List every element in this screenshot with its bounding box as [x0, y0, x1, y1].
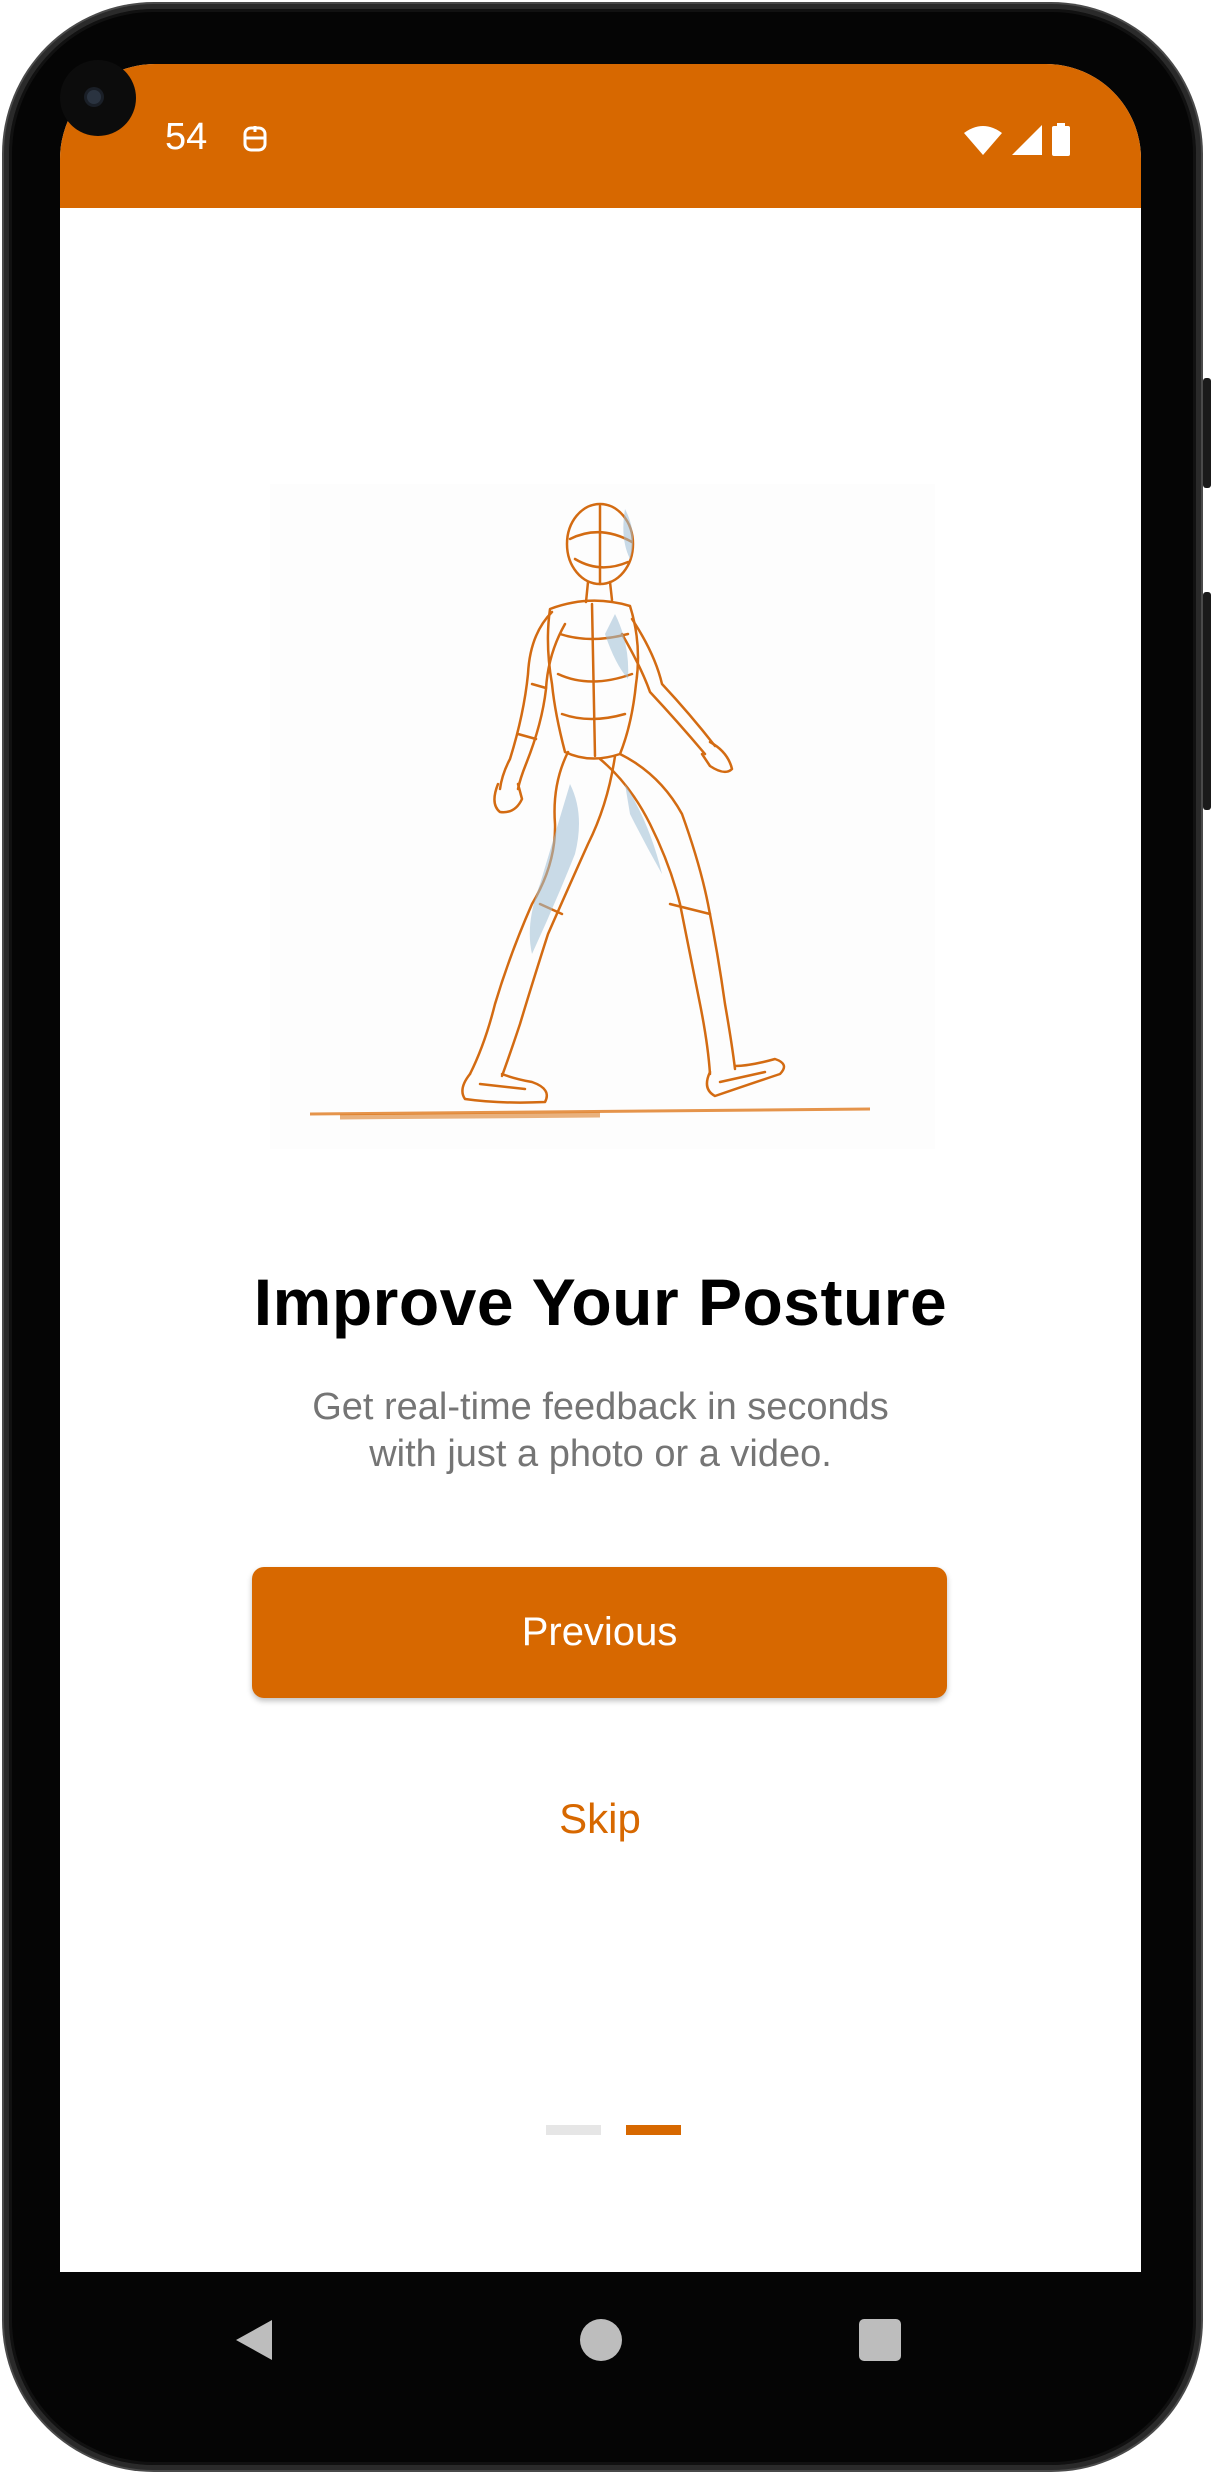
- phone-frame: 54 Improve Your Posture Get real-time fe…: [0, 0, 1211, 2474]
- status-bar: 54: [60, 64, 1141, 208]
- cellular-signal-icon: [1012, 125, 1042, 155]
- screen: 54 Improve Your Posture Get real-time fe…: [60, 64, 1141, 2272]
- subtitle-line-2: with just a photo or a video.: [369, 1433, 832, 1475]
- battery-icon: [1052, 123, 1070, 156]
- status-time: 54: [165, 116, 208, 158]
- back-icon[interactable]: [232, 2318, 276, 2362]
- front-camera: [60, 60, 136, 136]
- wifi-icon: [964, 126, 1002, 155]
- status-icons: [963, 122, 1071, 158]
- previous-button[interactable]: Previous: [252, 1567, 947, 1698]
- page-indicator-2-active[interactable]: [626, 2125, 681, 2135]
- page-indicator-1[interactable]: [546, 2125, 601, 2135]
- notification-icon: [243, 126, 267, 152]
- onboarding-subtitle: Get real-time feedback in seconds with j…: [300, 1384, 901, 1478]
- onboarding-title: Improve Your Posture: [253, 1265, 948, 1339]
- skip-button[interactable]: Skip: [500, 1784, 700, 1854]
- subtitle-line-1: Get real-time feedback in seconds: [312, 1386, 889, 1428]
- home-icon[interactable]: [580, 2319, 622, 2361]
- volume-button: [1203, 378, 1211, 488]
- power-button: [1203, 592, 1211, 810]
- walking-figure-illustration: [270, 484, 935, 1149]
- recents-icon[interactable]: [859, 2319, 901, 2361]
